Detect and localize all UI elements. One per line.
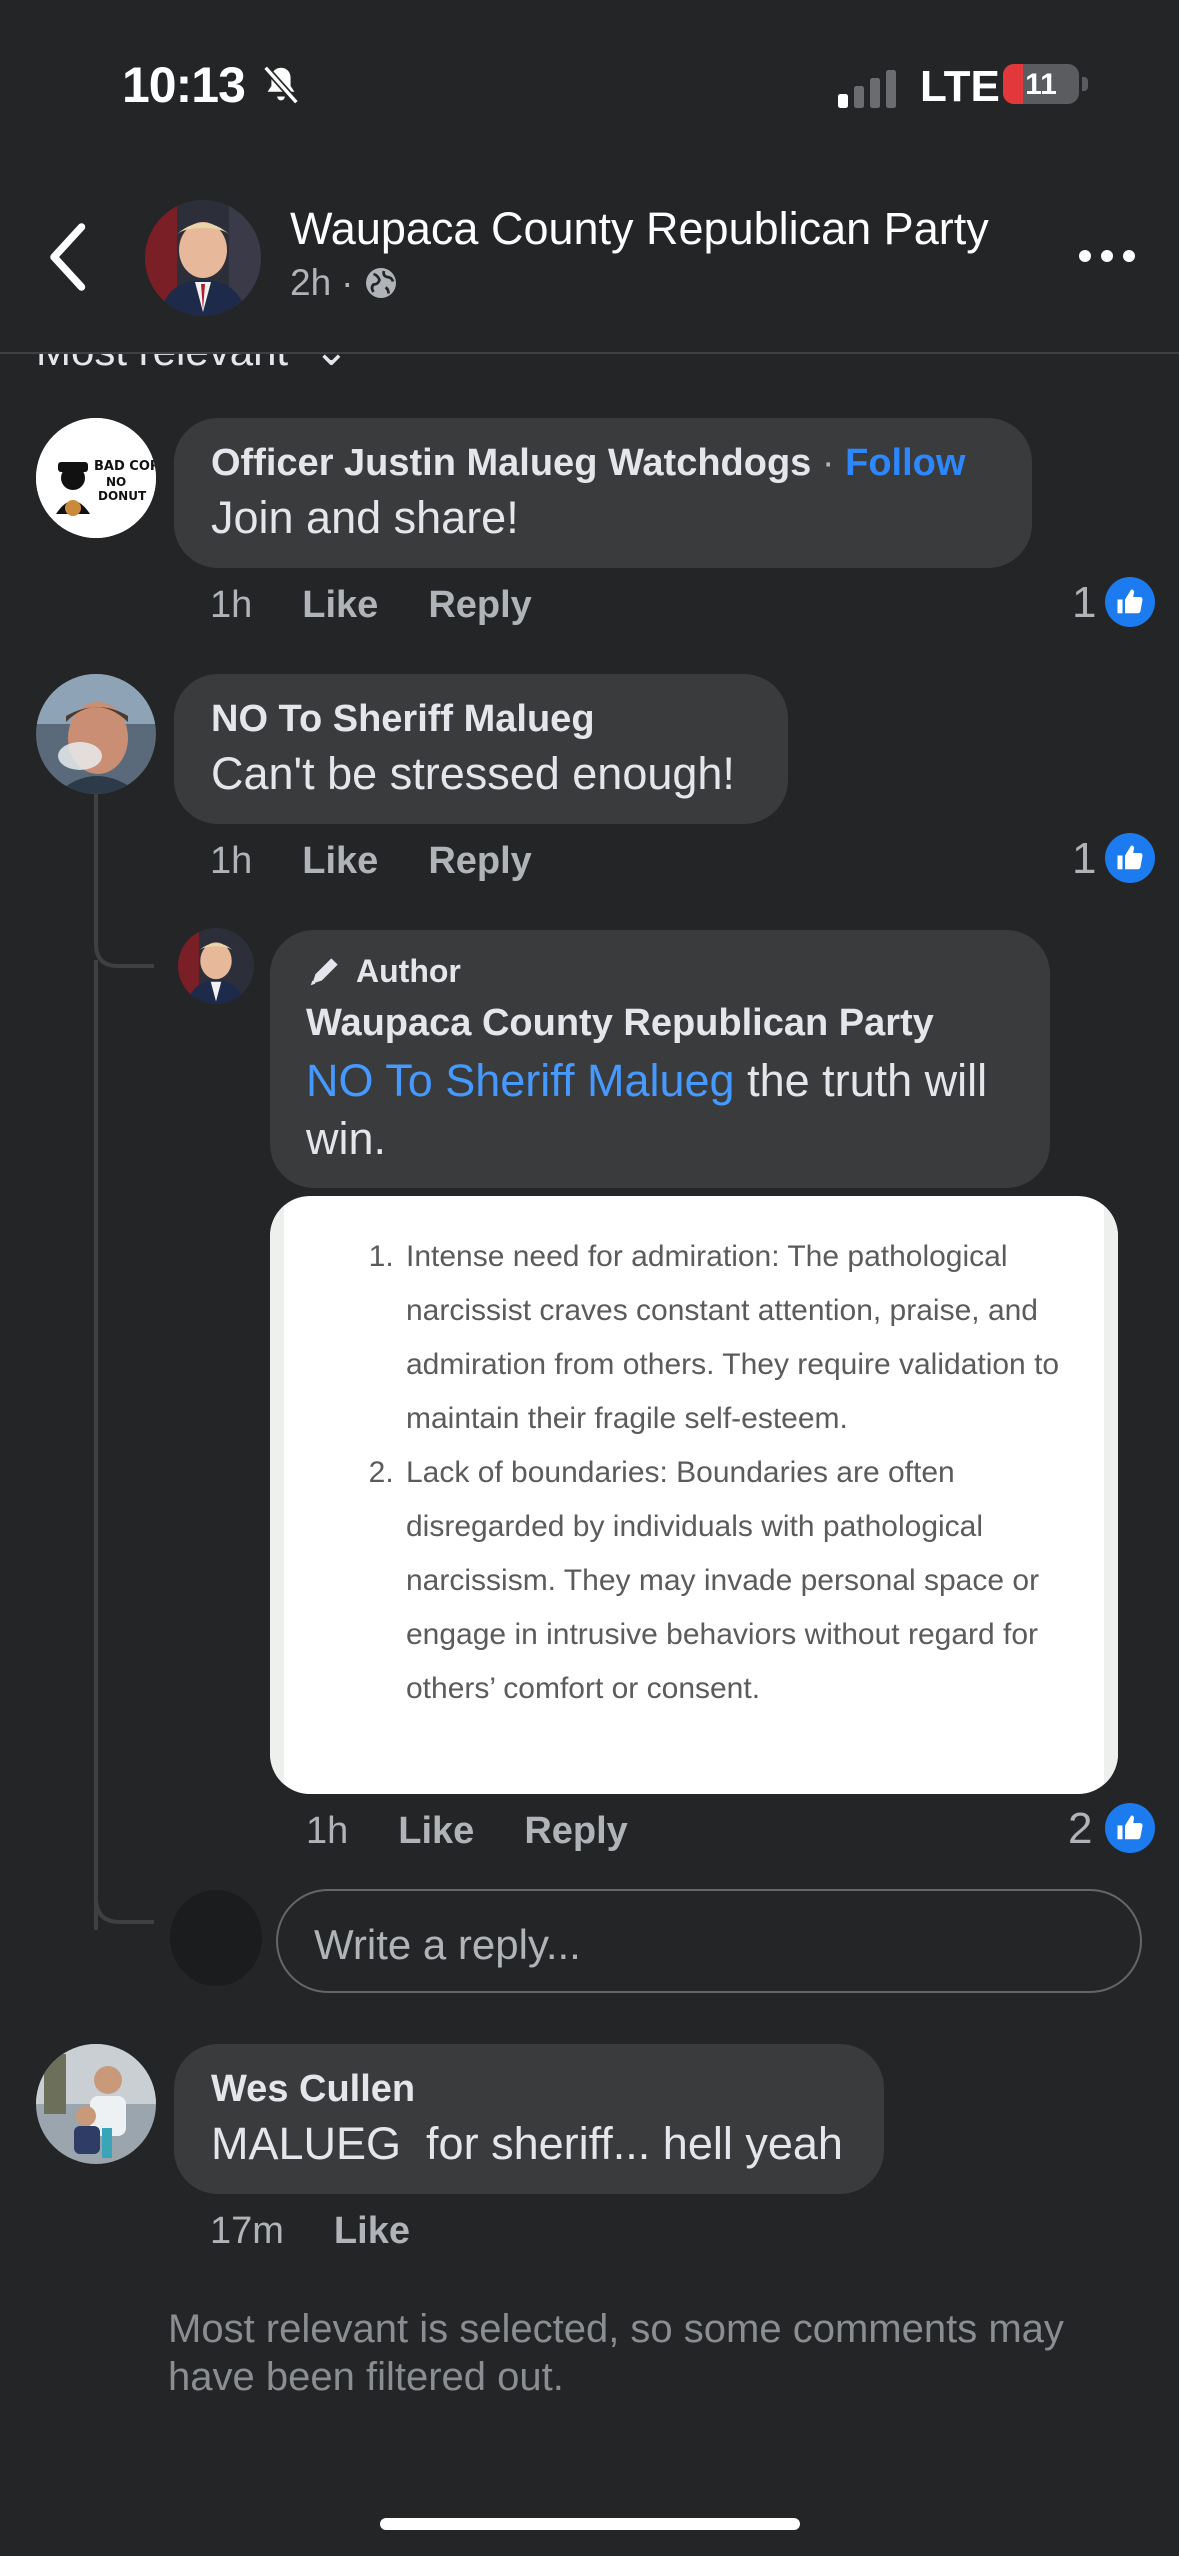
globe-icon	[366, 268, 397, 298]
svg-text:BAD COP: BAD COP	[94, 459, 156, 474]
author-label: Author	[356, 952, 461, 989]
thread-connector	[94, 930, 154, 968]
sort-selector[interactable]: Most relevant ⌄	[36, 354, 349, 375]
attachment-item: Intense need for admiration: The patholo…	[402, 1230, 1078, 1446]
like-button[interactable]: Like	[302, 840, 378, 883]
thread-line	[94, 790, 98, 940]
post-age: 2h	[290, 262, 332, 303]
reply-bubble[interactable]: Author Waupaca County Republican Party N…	[270, 930, 1050, 1188]
like-button[interactable]: Like	[302, 584, 378, 627]
image-edge	[270, 1196, 284, 1794]
thread-line	[94, 960, 98, 1930]
status-time: 10:13	[122, 57, 246, 113]
sort-label: Most relevant	[36, 354, 288, 374]
filter-notice: Most relevant is selected, so some comme…	[168, 2307, 1064, 2399]
svg-text:DONUT: DONUT	[98, 489, 147, 503]
reply-button[interactable]: Reply	[524, 1810, 627, 1853]
comment-text: Join and share!	[211, 492, 519, 543]
commenter-name[interactable]: Officer Justin Malueg Watchdogs	[211, 442, 811, 484]
like-button[interactable]: Like	[398, 1810, 474, 1853]
battery-cap	[1082, 77, 1088, 91]
reply-input[interactable]: Write a reply...	[276, 1889, 1142, 1993]
post-meta: 2h ·	[290, 262, 399, 304]
commenter-avatar[interactable]: BAD COP NO DONUT	[36, 418, 156, 538]
reaction-count[interactable]: 1	[1072, 578, 1096, 628]
comment-header: Officer Justin Malueg Watchdogs · Follow	[211, 442, 965, 485]
reply-placeholder: Write a reply...	[314, 1921, 581, 1968]
chevron-down-icon: ⌄	[314, 354, 349, 374]
battery-icon: 11	[1003, 64, 1079, 104]
like-reaction-icon[interactable]	[1105, 577, 1155, 627]
commenter-name[interactable]: Waupaca County Republican Party	[306, 1002, 934, 1045]
cellular-signal-icon	[838, 70, 896, 108]
reply-button[interactable]: Reply	[428, 840, 531, 883]
network-type: LTE	[920, 62, 1000, 111]
comment-actions: 1h Like Reply	[210, 584, 532, 627]
page-title[interactable]: Waupaca County Republican Party	[290, 203, 989, 255]
comment-bubble[interactable]: NO To Sheriff Malueg Can't be stressed e…	[174, 674, 788, 824]
comment-actions: 1h Like Reply	[210, 840, 532, 883]
reaction-count[interactable]: 1	[1072, 834, 1096, 884]
battery-level: 11	[1025, 68, 1057, 101]
meta-separator: ·	[341, 262, 354, 303]
follow-button[interactable]: Follow	[845, 442, 965, 484]
author-badge: Author	[306, 952, 461, 990]
author-avatar[interactable]	[178, 928, 254, 1004]
comment-text: Can't be stressed enough!	[211, 748, 735, 799]
comment-time[interactable]: 1h	[306, 1810, 348, 1853]
comment-text: MALUEG for sheriff... hell yeah	[211, 2118, 843, 2169]
follow-separator: ·	[821, 442, 835, 484]
commenter-name[interactable]: NO To Sheriff Malueg	[211, 698, 595, 741]
header-divider	[0, 352, 1179, 354]
comment-bubble[interactable]: Officer Justin Malueg Watchdogs · Follow…	[174, 418, 1032, 568]
comment-time[interactable]: 1h	[210, 840, 252, 883]
comment-actions: 1h Like Reply	[306, 1810, 628, 1853]
attachment-item: Lack of boundaries: Boundaries are often…	[402, 1446, 1078, 1716]
image-edge	[1104, 1196, 1118, 1794]
home-indicator[interactable]	[380, 2518, 800, 2530]
page-avatar[interactable]	[145, 200, 261, 316]
thread-connector	[94, 1880, 154, 1924]
more-options-icon[interactable]	[1077, 248, 1137, 264]
svg-text:NO: NO	[106, 475, 126, 489]
bell-muted-icon	[263, 65, 299, 105]
like-reaction-icon[interactable]	[1105, 833, 1155, 883]
commenter-avatar[interactable]	[36, 2044, 156, 2164]
like-button[interactable]: Like	[334, 2210, 410, 2253]
comment-time[interactable]: 1h	[210, 584, 252, 627]
current-user-avatar	[170, 1890, 262, 1986]
image-attachment[interactable]: Intense need for admiration: The patholo…	[270, 1196, 1118, 1794]
mention-link[interactable]: NO To Sheriff Malueg	[306, 1055, 735, 1106]
attachment-list: Intense need for admiration: The patholo…	[270, 1196, 1118, 1716]
comment-bubble[interactable]: Wes Cullen MALUEG for sheriff... hell ye…	[174, 2044, 884, 2194]
commenter-name[interactable]: Wes Cullen	[211, 2068, 415, 2111]
commenter-avatar[interactable]	[36, 674, 156, 794]
reply-button[interactable]: Reply	[428, 584, 531, 627]
back-arrow-icon[interactable]	[44, 222, 94, 292]
like-reaction-icon[interactable]	[1105, 1803, 1155, 1853]
comment-actions: 17m Like	[210, 2210, 410, 2253]
comment-time[interactable]: 17m	[210, 2210, 284, 2253]
pen-icon	[310, 958, 338, 986]
comment-text: NO To Sheriff Malueg the truth will win.	[306, 1052, 1016, 1168]
reaction-count[interactable]: 2	[1068, 1804, 1092, 1854]
sort-clip: Most relevant ⌄	[0, 354, 1179, 384]
